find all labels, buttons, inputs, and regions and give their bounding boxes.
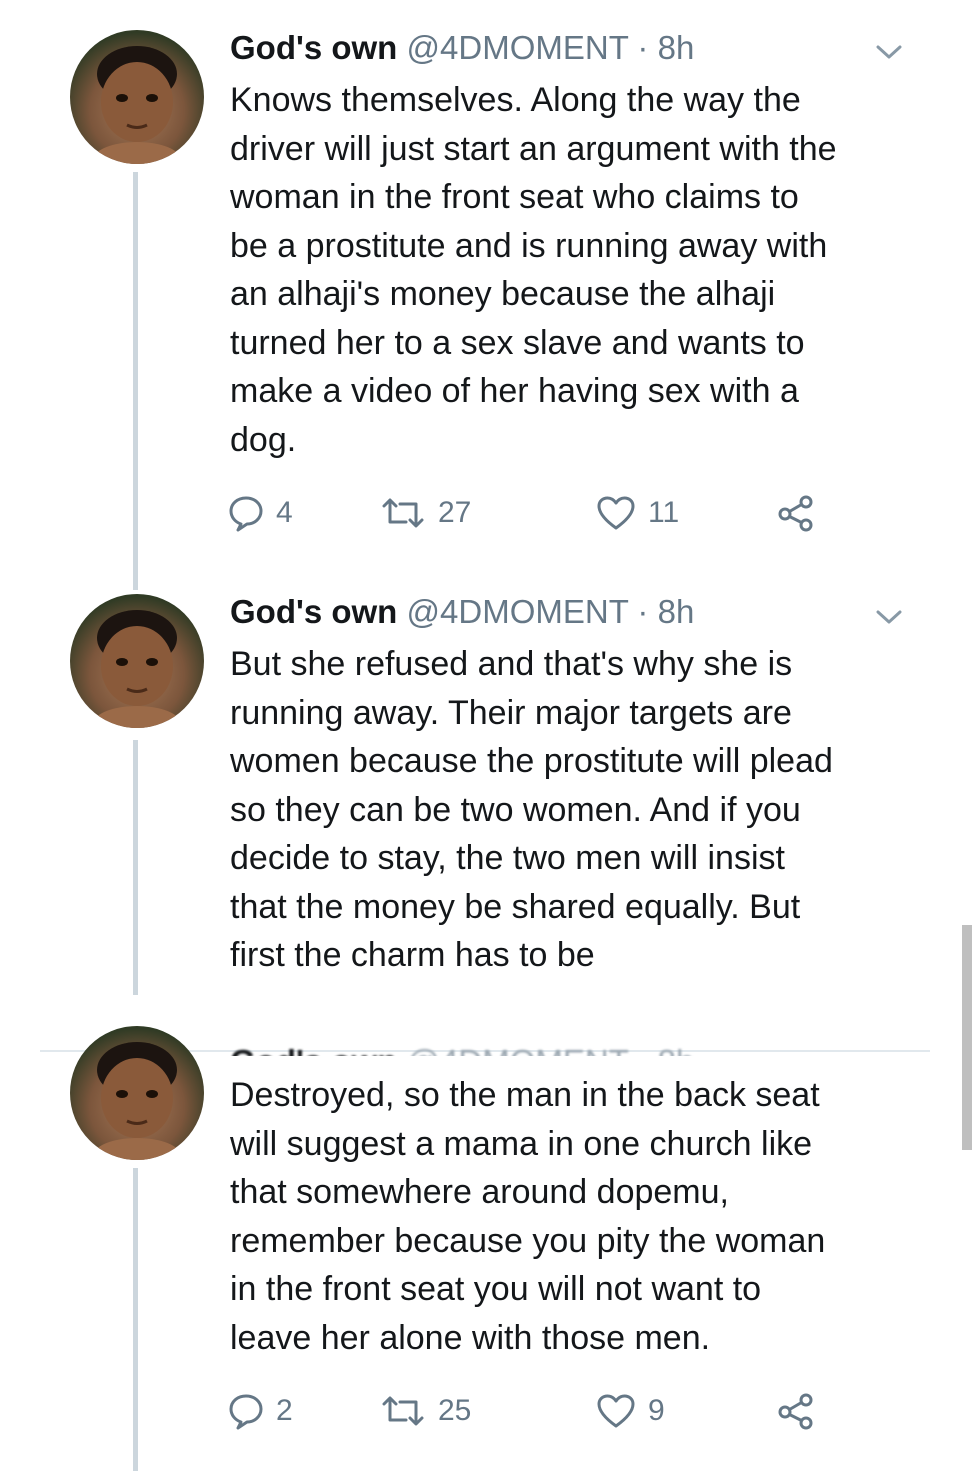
tweet-actions: 2 25 9 xyxy=(228,1389,848,1433)
reply-icon xyxy=(229,496,263,532)
tweet-text: Destroyed, so the man in the back seat w… xyxy=(230,1076,826,1357)
retweet-icon xyxy=(382,1396,424,1426)
like-button[interactable]: 9 xyxy=(596,1389,665,1433)
chevron-down-icon[interactable] xyxy=(874,41,904,63)
retweet-count: 25 xyxy=(438,1394,472,1427)
heart-icon xyxy=(597,1394,635,1428)
tweet-header: God's own @4DMOMENT · 8h xyxy=(230,592,694,632)
reply-button[interactable]: 4 xyxy=(228,491,293,535)
tweet-time: 8h xyxy=(658,1043,695,1056)
share-button[interactable] xyxy=(776,491,828,535)
avatar[interactable] xyxy=(70,1026,204,1160)
thread-line xyxy=(133,172,138,590)
share-icon xyxy=(778,1393,813,1430)
author-name[interactable]: God's own xyxy=(230,593,397,630)
retweet-count: 27 xyxy=(438,496,472,529)
like-count: 9 xyxy=(648,1394,665,1427)
retweet-button[interactable]: 27 xyxy=(380,491,471,535)
chevron-down-icon[interactable] xyxy=(874,606,904,628)
reply-count: 4 xyxy=(276,496,293,529)
tweet-header: God's own @4DMOMENT · 8h xyxy=(230,28,694,68)
scrollbar[interactable] xyxy=(962,925,972,1150)
like-count: 11 xyxy=(648,496,680,529)
avatar[interactable] xyxy=(70,594,204,728)
author-handle[interactable]: @4DMOMENT xyxy=(407,29,629,66)
thread-line xyxy=(133,1168,138,1471)
thread-line xyxy=(133,740,138,995)
retweet-icon xyxy=(382,498,424,528)
tweet-text: But she refused and that's why she is ru… xyxy=(230,645,833,974)
tweet-actions: 4 27 11 xyxy=(228,491,848,535)
separator: · xyxy=(628,1043,657,1056)
share-button[interactable] xyxy=(776,1389,828,1433)
tweet-time[interactable]: 8h xyxy=(658,593,695,630)
separator: · xyxy=(628,29,658,66)
author-handle: @4DMOMENT xyxy=(407,1043,629,1056)
tweet-time[interactable]: 8h xyxy=(658,29,695,66)
reply-button[interactable]: 2 xyxy=(228,1389,293,1433)
author-name: God's own xyxy=(230,1043,397,1056)
tweet-text: Knows themselves. Along the way the driv… xyxy=(230,81,837,459)
reply-count: 2 xyxy=(276,1394,293,1427)
tweet-header-cropped: God's own @4DMOMENT · 8h xyxy=(230,1030,890,1056)
separator: · xyxy=(628,593,658,630)
avatar[interactable] xyxy=(70,30,204,164)
heart-icon xyxy=(597,496,635,530)
retweet-button[interactable]: 25 xyxy=(380,1389,471,1433)
reply-icon xyxy=(229,1394,263,1430)
share-icon xyxy=(778,495,813,532)
author-handle[interactable]: @4DMOMENT xyxy=(407,593,629,630)
like-button[interactable]: 11 xyxy=(596,491,679,535)
author-name[interactable]: God's own xyxy=(230,29,397,66)
